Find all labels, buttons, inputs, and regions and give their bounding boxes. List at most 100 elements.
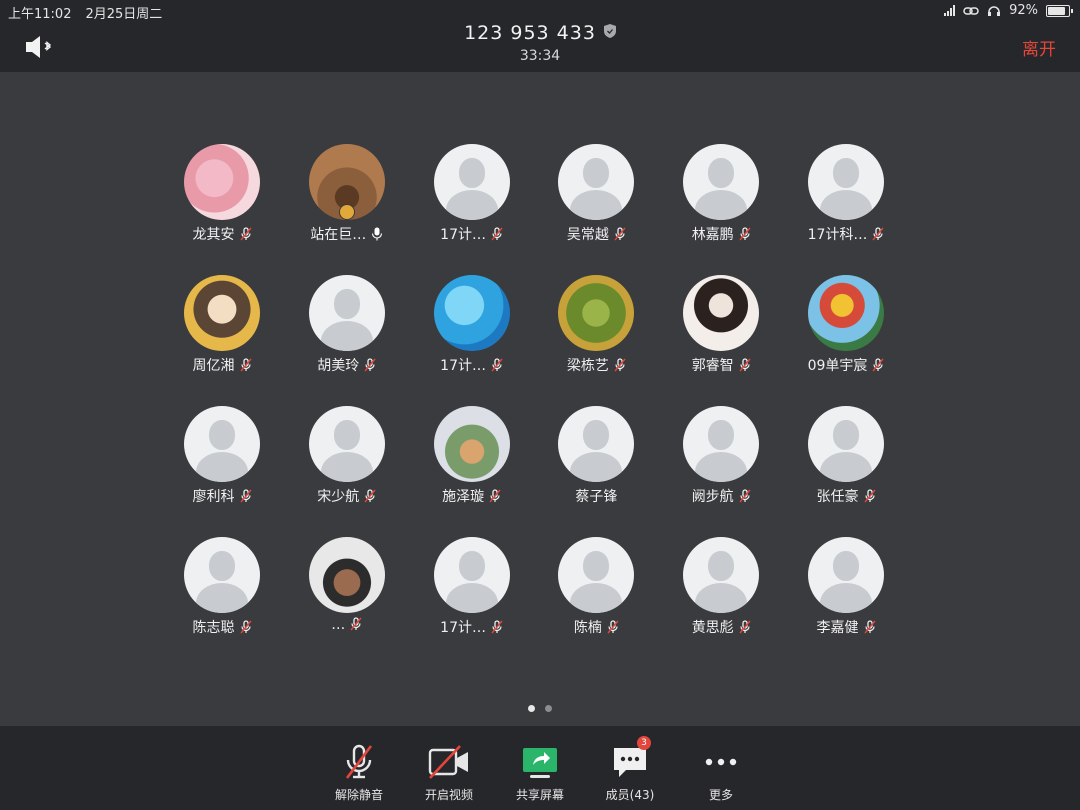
participant-name-text: 站在巨… bbox=[310, 227, 367, 243]
participant-tile[interactable]: 吴常越 bbox=[534, 140, 658, 252]
participant-name-text: 李嘉健 bbox=[816, 620, 859, 636]
mic-muted-icon bbox=[739, 227, 751, 241]
mic-muted-icon bbox=[239, 620, 252, 634]
participant-name: … bbox=[285, 617, 409, 633]
participant-tile[interactable]: 站在巨… bbox=[285, 140, 409, 252]
participant-tile[interactable]: 陈楠 bbox=[534, 533, 658, 645]
participant-tile[interactable]: 17计… bbox=[410, 140, 534, 252]
avatar bbox=[683, 275, 760, 351]
participant-name-text: 龙其安 bbox=[192, 227, 235, 243]
page-dot[interactable] bbox=[528, 705, 535, 712]
mic-muted-icon bbox=[364, 358, 376, 372]
participant-name-text: 阙步航 bbox=[691, 489, 734, 505]
mic-muted-icon bbox=[345, 744, 373, 779]
participant-name: 施泽璇 bbox=[410, 486, 534, 506]
share-screen-icon bbox=[523, 748, 557, 778]
participant-name-text: 陈楠 bbox=[573, 620, 602, 636]
start-video-button[interactable]: 开启视频 bbox=[414, 742, 484, 803]
participant-name-text: 吴常越 bbox=[566, 227, 609, 243]
meeting-id: 123 953 433 bbox=[464, 22, 596, 44]
participant-name: 阙步航 bbox=[659, 486, 783, 506]
participant-name: 站在巨… bbox=[285, 224, 409, 244]
avatar bbox=[558, 275, 635, 351]
participant-tile[interactable]: 廖利科 bbox=[160, 402, 284, 514]
participant-name-text: 周亿湘 bbox=[192, 358, 235, 374]
participant-name: 17计… bbox=[410, 224, 534, 244]
participant-tile[interactable]: … bbox=[285, 533, 409, 645]
default-avatar bbox=[308, 406, 385, 482]
link-icon bbox=[963, 6, 979, 15]
start-video-label: 开启视频 bbox=[424, 788, 473, 802]
participant-tile[interactable]: 陈志聪 bbox=[160, 533, 284, 645]
mic-muted-icon bbox=[607, 620, 619, 634]
default-avatar bbox=[433, 144, 510, 220]
mic-muted-icon bbox=[364, 489, 376, 503]
default-avatar bbox=[558, 537, 635, 613]
participant-tile[interactable]: 周亿湘 bbox=[160, 271, 284, 383]
meeting-timer: 33:34 bbox=[519, 48, 561, 64]
participant-grid: 龙其安 站在巨… 17计… 吴常越 林嘉鹏 17计科… 周亿湘 胡美玲 17计… 梁栋艺 郭睿智 09… bbox=[160, 140, 920, 660]
signal-icon bbox=[944, 5, 956, 16]
participant-tile[interactable]: 龙其安 bbox=[160, 140, 284, 252]
participant-name-text: 宋少航 bbox=[317, 489, 360, 505]
participant-tile[interactable]: 施泽璇 bbox=[410, 402, 534, 514]
participant-tile[interactable]: 张任豪 bbox=[784, 402, 908, 514]
participant-name-text: 林嘉鹏 bbox=[691, 227, 734, 243]
participant-name-text: 郭睿智 bbox=[691, 358, 734, 374]
unmute-button[interactable]: 解除静音 bbox=[324, 742, 394, 803]
page-indicator[interactable] bbox=[0, 697, 1080, 716]
avatar bbox=[308, 537, 385, 613]
share-screen-button[interactable]: 共享屏幕 bbox=[505, 742, 575, 803]
participant-tile[interactable]: 黄思彪 bbox=[659, 533, 783, 645]
battery-percent: 92% bbox=[1009, 3, 1038, 18]
shield-icon bbox=[603, 24, 616, 38]
avatar bbox=[184, 275, 260, 351]
participant-name: 陈志聪 bbox=[160, 617, 284, 637]
participant-tile[interactable]: 蔡子锋 bbox=[534, 402, 658, 514]
share-screen-label: 共享屏幕 bbox=[515, 788, 564, 802]
participant-name-text: 蔡子锋 bbox=[575, 489, 618, 505]
participant-tile[interactable]: 17计科… bbox=[784, 140, 908, 252]
participant-tile[interactable]: 17计… bbox=[410, 533, 534, 645]
default-avatar bbox=[808, 406, 884, 482]
participant-name: 胡美玲 bbox=[285, 355, 409, 375]
participant-name: 黄思彪 bbox=[659, 617, 783, 637]
participant-name-text: 梁栋艺 bbox=[566, 358, 609, 374]
mic-muted-icon bbox=[863, 489, 876, 503]
mic-muted-icon bbox=[491, 620, 503, 634]
mic-muted-icon bbox=[739, 620, 751, 634]
participant-tile[interactable]: 梁栋艺 bbox=[534, 271, 658, 383]
participant-tile[interactable]: 林嘉鹏 bbox=[659, 140, 783, 252]
participant-tile[interactable]: 阙步航 bbox=[659, 402, 783, 514]
participant-name-text: 陈志聪 bbox=[192, 620, 235, 636]
participant-name-text: 17计… bbox=[440, 227, 486, 243]
participant-tile[interactable]: 李嘉健 bbox=[784, 533, 908, 645]
default-avatar bbox=[308, 275, 385, 351]
host-badge-icon bbox=[338, 204, 355, 220]
participant-name: 梁栋艺 bbox=[534, 355, 658, 375]
mic-muted-icon bbox=[614, 227, 626, 241]
participant-tile[interactable]: 宋少航 bbox=[285, 402, 409, 514]
more-icon bbox=[705, 758, 737, 766]
more-label: 更多 bbox=[708, 788, 733, 802]
avatar bbox=[184, 144, 260, 220]
status-bar: 上午11:02 2月25日周二 92% bbox=[0, 0, 1080, 22]
participant-name: 17计… bbox=[410, 355, 534, 375]
participant-name: 陈楠 bbox=[534, 617, 658, 637]
page-dot[interactable] bbox=[545, 705, 552, 712]
participant-tile[interactable]: 胡美玲 bbox=[285, 271, 409, 383]
mic-muted-icon bbox=[239, 489, 252, 503]
participant-name: 龙其安 bbox=[160, 224, 284, 244]
participant-tile[interactable]: 17计… bbox=[410, 271, 534, 383]
members-button[interactable]: 3 成员(43) bbox=[595, 736, 665, 803]
members-label: 成员(43) bbox=[605, 788, 655, 802]
meeting-id-row: 123 953 433 bbox=[0, 22, 1080, 44]
mic-muted-icon bbox=[239, 358, 252, 372]
default-avatar bbox=[433, 537, 510, 613]
leave-button[interactable]: 离开 bbox=[1022, 35, 1056, 60]
participant-tile[interactable]: 09单宇宸 bbox=[784, 271, 908, 383]
mic-muted-icon bbox=[872, 227, 884, 241]
default-avatar bbox=[683, 144, 760, 220]
more-button[interactable]: 更多 bbox=[686, 742, 756, 803]
participant-tile[interactable]: 郭睿智 bbox=[659, 271, 783, 383]
